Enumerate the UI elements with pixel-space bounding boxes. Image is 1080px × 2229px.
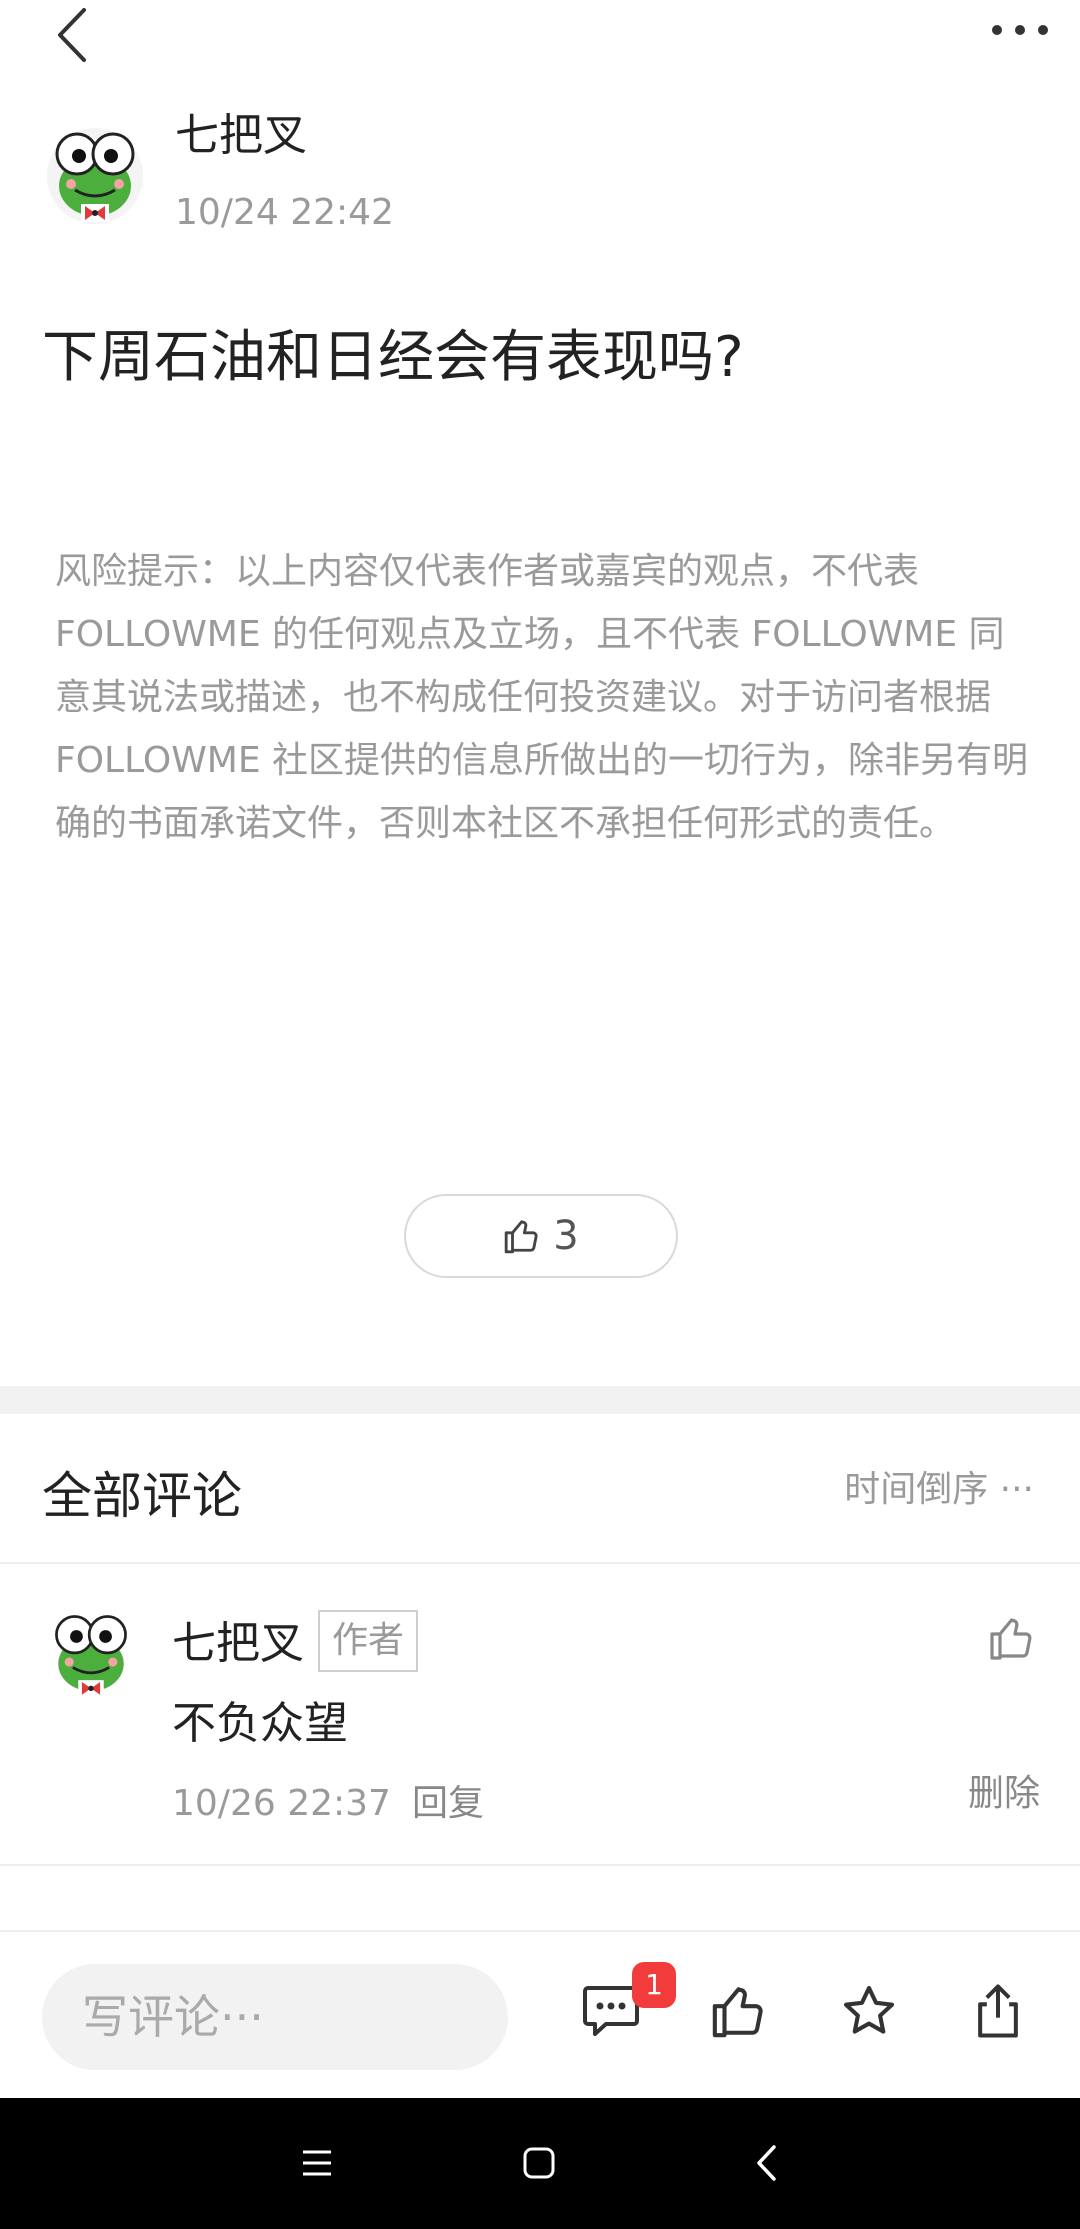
star-icon: [843, 1985, 895, 2034]
reply-button[interactable]: 回复: [412, 1780, 484, 1828]
system-nav-bar: [0, 2098, 1080, 2229]
more-dots-icon: [992, 25, 1048, 35]
avatar[interactable]: [45, 118, 145, 228]
sort-label: 时间倒序: [844, 1469, 989, 1510]
thumbs-up-icon: [505, 1220, 538, 1254]
comment-author-name[interactable]: 七把叉: [172, 1616, 304, 1672]
post-title: 下周石油和日经会有表现吗?: [42, 325, 744, 390]
comments-button[interactable]: 1: [576, 1962, 676, 2046]
thumbs-up-icon: [712, 1987, 763, 2038]
system-back-button[interactable]: [732, 2128, 802, 2198]
delete-button[interactable]: 删除: [968, 1770, 1040, 1818]
comment-input[interactable]: 写评论···: [42, 1964, 508, 2070]
top-bar: [0, 0, 1080, 80]
like-count: 3: [553, 1213, 579, 1259]
post-time: 10/24 22:42: [175, 192, 394, 233]
like-button[interactable]: [704, 1976, 774, 2046]
frog-avatar-icon: [55, 1615, 127, 1697]
home-button[interactable]: [504, 2128, 574, 2198]
author-name[interactable]: 七把叉: [175, 108, 307, 164]
comment-like-button[interactable]: [988, 1614, 1044, 1670]
comment-count-badge: 1: [632, 1962, 676, 2008]
author-badge: 作者: [318, 1610, 419, 1672]
avatar[interactable]: [45, 1602, 137, 1702]
share-button[interactable]: [963, 1976, 1033, 2046]
favorite-button[interactable]: [834, 1976, 904, 2046]
recent-apps-button[interactable]: [282, 2128, 352, 2198]
comments-header: 全部评论 时间倒序 ···: [0, 1414, 1080, 1564]
section-divider: [0, 1386, 1080, 1414]
comments-title: 全部评论: [42, 1467, 242, 1525]
frog-avatar-icon: [47, 128, 143, 224]
more-options-button[interactable]: [980, 0, 1060, 60]
sort-order-button[interactable]: 时间倒序 ···: [844, 1466, 1034, 1514]
comment-time: 10/26 22:37: [172, 1783, 391, 1824]
comment-item: 七把叉 作者 不负众望 10/26 22:37 回复 删除: [0, 1566, 1080, 1866]
bottom-action-bar: 写评论··· 1: [0, 1930, 1080, 2098]
back-chevron-icon: [58, 8, 86, 62]
post-like-button[interactable]: 3: [404, 1194, 678, 1278]
thumbs-up-icon: [990, 1618, 1032, 1660]
share-icon: [978, 1984, 1018, 2038]
home-square-icon: [523, 2147, 555, 2179]
menu-icon: [303, 2150, 331, 2176]
back-button[interactable]: [42, 0, 102, 70]
risk-disclaimer: 风险提示：以上内容仅代表作者或嘉宾的观点，不代表 FOLLOWME 的任何观点及…: [55, 551, 1029, 844]
sort-more-icon: ···: [999, 1469, 1034, 1510]
comment-text: 不负众望: [172, 1698, 348, 1749]
nav-back-icon: [757, 2145, 776, 2181]
post-author: 七把叉 10/24 22:42: [45, 108, 945, 238]
